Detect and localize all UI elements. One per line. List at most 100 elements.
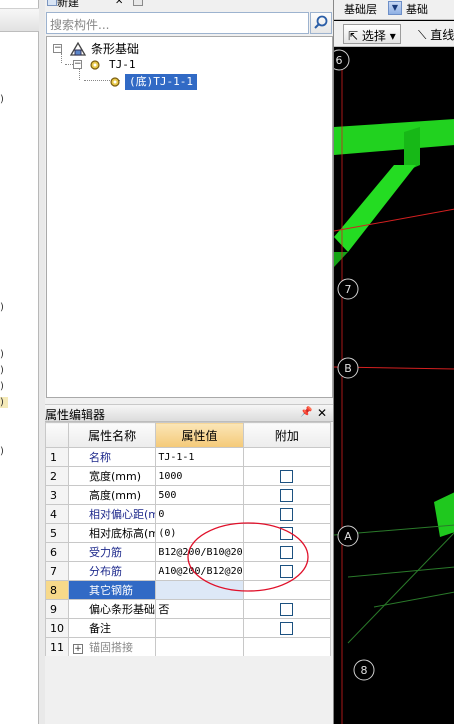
extra-cell <box>242 637 332 657</box>
line-button[interactable]: ⟍ 直线 <box>418 26 454 43</box>
component-toolbar: 新建 ✕ <box>45 0 333 10</box>
property-grid-header: 属性名称 属性值 附加 <box>45 422 332 448</box>
table-row[interactable]: 2 宽度(mm) 1000 <box>45 466 332 486</box>
close-icon[interactable]: ✕ <box>317 406 327 420</box>
table-row[interactable]: 11 + 锚固搭接 <box>45 637 332 657</box>
copy-icon[interactable] <box>133 0 143 6</box>
axis-label: 8 <box>361 664 368 677</box>
drawing-area: 基础层 ▼ 基础 ⇱ 选择 ▾ ⟍ 直线 6 7 B A 8 <box>333 0 454 724</box>
tree-node-leaf-label: (底)TJ-1-1 <box>125 74 197 90</box>
search-button[interactable] <box>310 12 332 34</box>
gear-icon <box>110 77 120 87</box>
property-value[interactable]: TJ-1-1 <box>155 447 244 467</box>
line-icon: ⟍ <box>418 28 431 42</box>
row-number: 7 <box>45 561 69 581</box>
property-editor-titlebar: 属性编辑器 📌 ✕ <box>45 404 333 422</box>
search-input[interactable]: 搜索构件... <box>46 12 309 34</box>
select-button[interactable]: ⇱ 选择 ▾ <box>343 24 401 44</box>
tree-bracket-marker: ) <box>0 446 4 457</box>
line-button-label: 直线 <box>430 28 454 42</box>
row-number: 5 <box>45 523 69 543</box>
tree-bracket-marker: ) <box>0 381 4 392</box>
row-number: 10 <box>45 618 69 638</box>
property-editor-title: 属性编辑器 <box>45 408 106 422</box>
chevron-down-icon[interactable]: ▼ <box>388 1 402 15</box>
row-number: 11 <box>45 637 69 657</box>
property-name: 分布筋 <box>67 561 157 581</box>
left-side-panel: ) ) ) ) ) ) ) <box>0 0 39 724</box>
layer-value[interactable]: 基础 <box>406 1 428 17</box>
tree-bracket-marker: ) <box>0 365 4 376</box>
column-header-name[interactable]: 属性名称 <box>67 422 157 448</box>
extra-checkbox[interactable] <box>280 621 294 635</box>
axis-marker: 6 <box>334 49 350 71</box>
property-name: 偏心条形基础 <box>67 599 157 619</box>
cursor-icon: ⇱ <box>348 29 362 43</box>
table-row[interactable]: 10 备注 <box>45 618 332 638</box>
tree-node-root-label: 条形基础 <box>91 42 140 56</box>
property-name: 名称 <box>67 447 157 467</box>
property-value[interactable] <box>155 618 244 638</box>
axis-marker: 8 <box>353 659 375 681</box>
property-editor-empty-area <box>45 656 333 724</box>
tree-bracket-marker: ) <box>0 349 4 360</box>
new-button[interactable]: 新建 <box>57 0 79 10</box>
tree-bracket-marker: ) <box>0 94 4 105</box>
tree-bracket-marker: ) <box>0 302 4 313</box>
property-name: 备注 <box>67 618 157 638</box>
table-row[interactable]: 1 名称 TJ-1-1 <box>45 447 332 467</box>
extra-checkbox[interactable] <box>280 507 294 521</box>
row-number: 3 <box>45 485 69 505</box>
property-value[interactable]: 否 <box>155 599 244 619</box>
row-number-header <box>45 422 69 448</box>
axis-label: A <box>344 530 352 543</box>
table-row[interactable]: 3 高度(mm) 500 <box>45 485 332 505</box>
property-name: 相对底标高(m) <box>67 523 157 543</box>
property-name: 受力筋 <box>67 542 157 562</box>
property-value[interactable]: 500 <box>155 485 244 505</box>
tree-node-child-label: TJ-1 <box>109 58 136 71</box>
extra-checkbox[interactable] <box>280 488 294 502</box>
delete-icon[interactable]: ✕ <box>115 0 125 7</box>
tree-bracket-marker-highlighted: ) <box>0 397 8 408</box>
property-name: + 锚固搭接 <box>67 637 157 657</box>
component-panel: 新建 ✕ 搜索构件... − 条形基础 − TJ-1 (底)TJ-1-1 属性编… <box>45 0 333 724</box>
extra-cell <box>242 466 332 486</box>
new-icon <box>47 0 57 6</box>
column-header-extra[interactable]: 附加 <box>242 422 332 448</box>
extra-cell <box>242 618 332 638</box>
property-value[interactable] <box>155 637 244 657</box>
property-name: 相对偏心距(mm) <box>67 504 157 524</box>
search-icon <box>314 15 328 29</box>
layer-toolbar: 基础层 ▼ 基础 <box>334 0 454 20</box>
row-number: 2 <box>45 466 69 486</box>
collapse-icon[interactable]: − <box>73 60 82 69</box>
row-number: 9 <box>45 599 69 619</box>
row-number: 6 <box>45 542 69 562</box>
gear-icon <box>90 60 100 70</box>
3d-canvas[interactable]: 6 7 B A 8 <box>334 47 454 724</box>
layer-select[interactable]: 基础层 <box>344 1 377 17</box>
property-value[interactable]: 1000 <box>155 466 244 486</box>
drawing-toolbar: ⇱ 选择 ▾ ⟍ 直线 <box>334 21 454 47</box>
axis-label: 6 <box>336 54 343 67</box>
table-row[interactable]: 9 偏心条形基础 否 <box>45 599 332 619</box>
annotation-ellipse <box>187 522 309 592</box>
axis-marker: B <box>337 357 359 379</box>
axis-label: 7 <box>345 283 352 296</box>
expand-icon[interactable]: + <box>73 644 83 654</box>
property-name: 宽度(mm) <box>67 466 157 486</box>
collapse-icon[interactable]: − <box>53 44 62 53</box>
axis-label: B <box>344 362 352 375</box>
pin-icon[interactable]: 📌 <box>300 407 312 418</box>
row-number: 4 <box>45 504 69 524</box>
axis-marker: A <box>337 525 359 547</box>
component-tree[interactable]: − 条形基础 − TJ-1 (底)TJ-1-1 <box>46 36 333 398</box>
extra-checkbox[interactable] <box>280 602 294 616</box>
select-button-label: 选择 <box>361 29 386 43</box>
property-name-text: 锚固搭接 <box>89 641 133 654</box>
column-header-value[interactable]: 属性值 <box>155 422 244 448</box>
property-name: 其它钢筋 <box>67 580 157 600</box>
extra-checkbox[interactable] <box>280 469 294 483</box>
row-number: 1 <box>45 447 69 467</box>
